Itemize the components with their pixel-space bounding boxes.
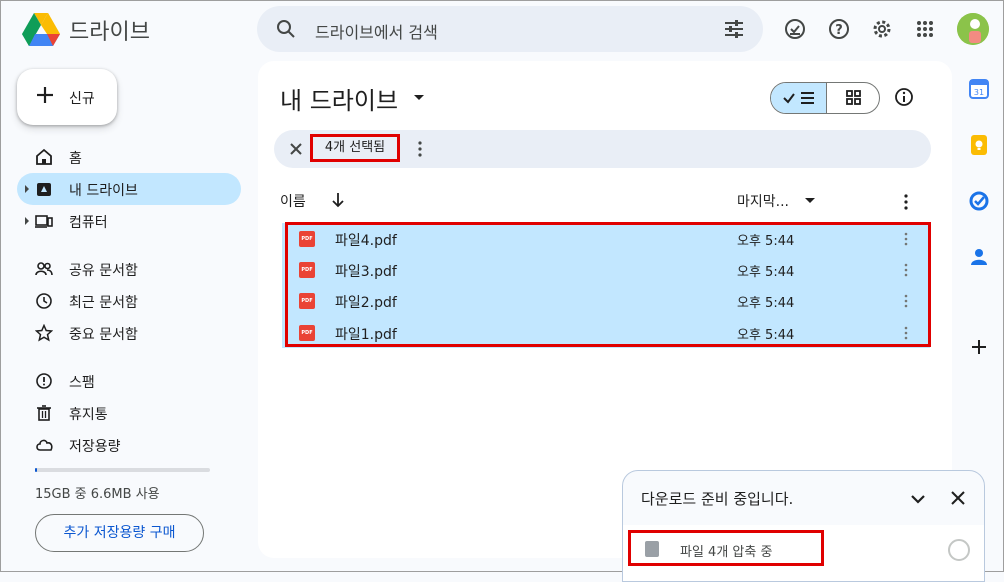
sidebar-item-computers[interactable]: 컴퓨터 (17, 205, 241, 237)
sort-arrow-down-icon[interactable] (330, 191, 346, 209)
star-icon (34, 323, 54, 342)
sidebar-item-label: 최근 문서함 (69, 295, 138, 311)
sidebar-item-label: 컴퓨터 (69, 215, 108, 231)
file-name: 파일2.pdf (335, 295, 397, 311)
collapse-chevron-down-icon[interactable] (909, 491, 927, 505)
sidebar-item-label: 공유 문서함 (69, 263, 138, 279)
apps-grid-icon[interactable] (913, 17, 937, 41)
toast-item-row: 파일 4개 압축 중 (623, 525, 984, 581)
my-drive-icon (35, 180, 53, 198)
archive-file-icon (645, 541, 659, 557)
row-more-icon[interactable] (898, 231, 914, 247)
toast-item-label: 파일 4개 압축 중 (680, 545, 773, 560)
file-modified: 오후 5:44 (737, 265, 795, 280)
new-button-label: 신규 (69, 91, 95, 107)
sidebar-item-recent[interactable]: 최근 문서함 (17, 285, 241, 317)
add-app-plus-icon[interactable] (968, 336, 990, 358)
svg-text:?: ? (835, 23, 843, 38)
file-name: 파일4.pdf (335, 233, 397, 249)
search-bar[interactable]: 드라이브에서 검색 (257, 6, 763, 52)
row-more-icon[interactable] (898, 325, 914, 341)
clear-selection-close-icon[interactable] (286, 139, 306, 159)
selection-count: 4개 선택됨 (310, 134, 400, 162)
file-row[interactable]: PDF 파일1.pdf 오후 5:44 (282, 317, 930, 349)
buy-storage-button[interactable]: 추가 저장용량 구매 (35, 514, 204, 552)
clock-icon (35, 292, 53, 310)
pdf-file-icon: PDF (299, 325, 315, 341)
file-modified: 오후 5:44 (737, 328, 795, 343)
expand-arrow-icon[interactable] (25, 185, 29, 193)
file-name: 파일1.pdf (335, 327, 397, 343)
app-title: 드라이브 (69, 20, 150, 45)
contacts-app-icon[interactable] (968, 246, 990, 268)
modified-sort-dropdown-icon[interactable] (805, 198, 815, 203)
sidebar-item-storage[interactable]: 저장용량 (17, 429, 241, 461)
settings-gear-icon[interactable] (870, 17, 894, 41)
file-row[interactable]: PDF 파일2.pdf 오후 5:44 (282, 285, 930, 317)
computer-icon (35, 212, 53, 230)
trash-icon (35, 404, 53, 422)
drive-logo[interactable] (21, 11, 61, 47)
calendar-app-icon[interactable]: 31 (968, 78, 990, 100)
pdf-file-icon: PDF (299, 293, 315, 309)
column-options-icon[interactable] (898, 193, 914, 211)
storage-usage-bar (35, 468, 210, 472)
info-icon[interactable] (894, 87, 914, 107)
sidebar-item-home[interactable]: 홈 (17, 141, 241, 173)
toast-title: 다운로드 준비 중입니다. (641, 490, 794, 508)
offline-status-icon[interactable] (783, 17, 807, 41)
file-name: 파일3.pdf (335, 264, 397, 280)
expand-arrow-icon[interactable] (25, 217, 29, 225)
search-icon[interactable] (275, 18, 297, 40)
search-input[interactable]: 드라이브에서 검색 (315, 19, 438, 43)
file-row[interactable]: PDF 파일4.pdf 오후 5:44 (282, 223, 930, 255)
row-more-icon[interactable] (898, 262, 914, 278)
svg-text:31: 31 (974, 88, 984, 97)
page-title[interactable]: 내 드라이브 (280, 81, 398, 116)
avatar[interactable] (957, 13, 989, 45)
sidebar-item-label: 휴지통 (69, 407, 108, 423)
selection-bar: 4개 선택됨 (274, 130, 931, 168)
plus-icon (35, 85, 55, 105)
storage-usage-fill (35, 468, 37, 472)
cloud-icon (35, 436, 53, 454)
keep-app-icon[interactable] (968, 134, 990, 156)
file-row[interactable]: PDF 파일3.pdf 오후 5:44 (282, 254, 930, 286)
home-icon (35, 148, 53, 166)
toast-close-icon[interactable] (949, 489, 967, 507)
row-more-icon[interactable] (898, 293, 914, 309)
new-button[interactable]: 신규 (17, 69, 117, 125)
zipping-item-highlight: 파일 4개 압축 중 (628, 530, 824, 566)
file-list: PDF 파일4.pdf 오후 5:44 PDF 파일3.pdf 오후 5:44 … (282, 223, 930, 348)
progress-spinner-icon (948, 539, 970, 561)
search-options-icon[interactable] (723, 19, 745, 39)
pdf-file-icon: PDF (299, 231, 315, 247)
column-header-name[interactable]: 이름 (280, 191, 306, 211)
column-header-modified[interactable]: 마지막... (737, 191, 789, 211)
help-icon[interactable]: ? (827, 17, 851, 41)
sidebar-item-label: 스팸 (69, 375, 95, 391)
pdf-file-icon: PDF (299, 262, 315, 278)
sidebar-item-label: 홈 (69, 151, 82, 167)
download-toast: 다운로드 준비 중입니다. 파일 4개 압축 중 (622, 470, 985, 582)
sidebar-item-spam[interactable]: 스팸 (17, 365, 241, 397)
list-view-button[interactable] (771, 83, 827, 113)
spam-icon (35, 372, 53, 390)
file-modified: 오후 5:44 (737, 234, 795, 249)
view-toggle[interactable] (770, 82, 880, 114)
sidebar-item-label: 내 드라이브 (69, 183, 138, 199)
sidebar-item-label: 중요 문서함 (69, 327, 138, 343)
title-dropdown-icon[interactable] (414, 95, 424, 100)
sidebar-item-label: 저장용량 (69, 439, 121, 455)
sidebar-item-trash[interactable]: 휴지통 (17, 397, 241, 429)
storage-text: 15GB 중 6.6MB 사용 (35, 487, 160, 502)
sidebar-item-shared[interactable]: 공유 문서함 (17, 253, 241, 285)
people-icon (35, 260, 53, 278)
grid-view-button[interactable] (827, 83, 879, 113)
tasks-app-icon[interactable] (968, 190, 990, 212)
sidebar-item-starred[interactable]: 중요 문서함 (17, 317, 241, 349)
sidebar-item-my-drive[interactable]: 내 드라이브 (17, 173, 241, 205)
file-modified: 오후 5:44 (737, 296, 795, 311)
more-actions-icon[interactable] (412, 140, 428, 158)
